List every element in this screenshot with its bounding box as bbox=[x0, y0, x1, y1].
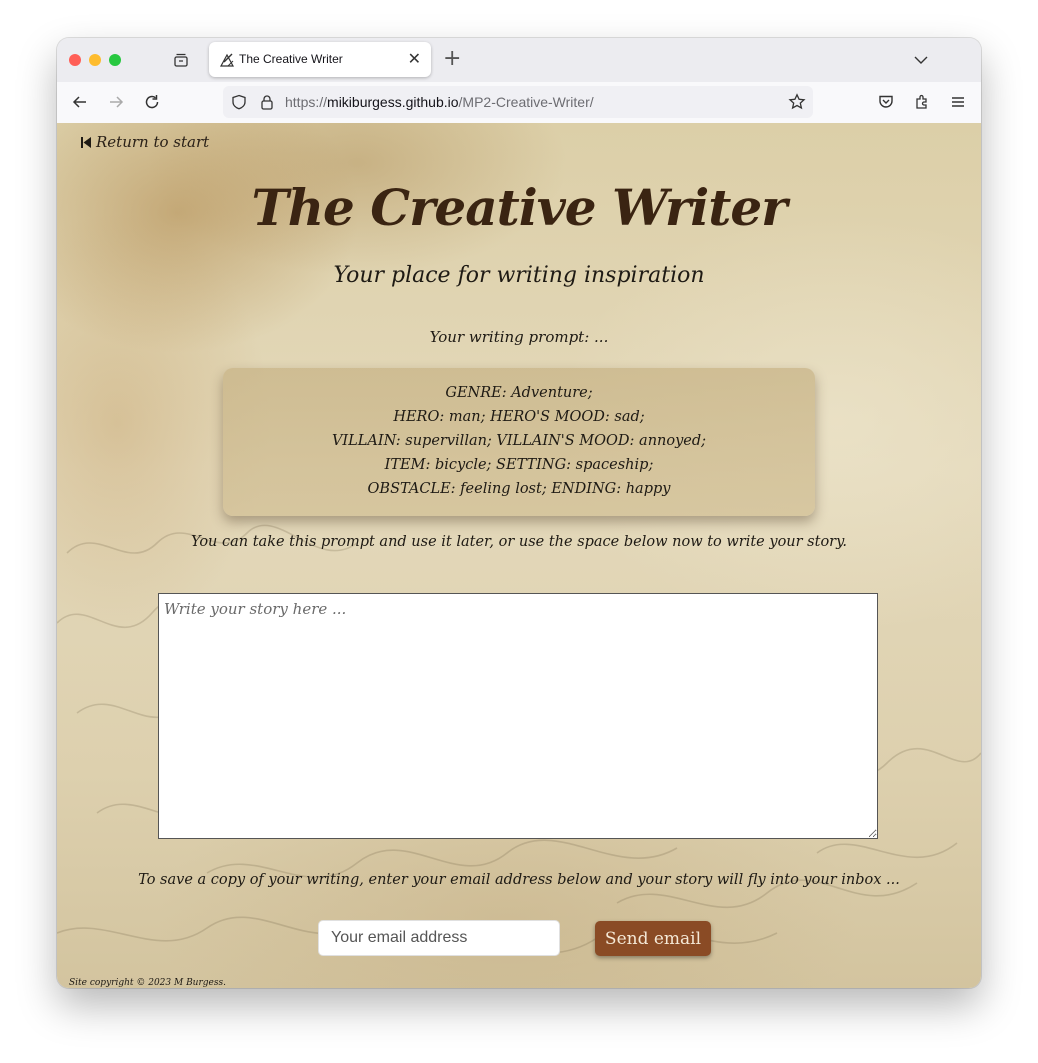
prompt-line-hero: HERO: man; HERO'S MOOD: sad; bbox=[393, 409, 645, 425]
pocket-icon[interactable] bbox=[877, 93, 895, 111]
url-path: /MP2-Creative-Writer/ bbox=[458, 94, 594, 110]
quill-favicon-icon bbox=[219, 53, 235, 67]
forward-arrow-icon[interactable] bbox=[107, 93, 125, 111]
url-text: https://mikiburgess.github.io/MP2-Creati… bbox=[285, 94, 594, 110]
extensions-puzzle-icon[interactable] bbox=[913, 93, 931, 111]
new-tab-button[interactable]: + bbox=[443, 48, 461, 70]
prompt-hint-text: You can take this prompt and use it late… bbox=[191, 534, 847, 550]
bookmark-star-icon[interactable] bbox=[788, 93, 806, 111]
send-email-button[interactable]: Send email bbox=[595, 921, 711, 956]
return-to-start-label: Return to start bbox=[96, 133, 210, 151]
email-input[interactable] bbox=[318, 920, 560, 956]
return-to-start-link[interactable]: Return to start bbox=[81, 133, 209, 151]
prompt-line-obstacle-ending: OBSTACLE: feeling lost; ENDING: happy bbox=[367, 481, 671, 497]
story-textarea[interactable] bbox=[158, 593, 878, 839]
prompt-lines: GENRE: Adventure; HERO: man; HERO'S MOOD… bbox=[223, 381, 815, 501]
close-window-button[interactable] bbox=[69, 54, 81, 66]
copyright-text: Site copyright © 2023 M Burgess. bbox=[69, 978, 226, 988]
url-host: mikiburgess.github.io bbox=[327, 94, 459, 110]
address-bar[interactable]: https://mikiburgess.github.io/MP2-Creati… bbox=[223, 86, 813, 118]
menu-hamburger-icon[interactable] bbox=[949, 93, 967, 111]
prompt-label: Your writing prompt: ... bbox=[429, 328, 609, 346]
tab-active[interactable]: The Creative Writer ✕ bbox=[209, 42, 431, 77]
page-title: The Creative Writer bbox=[251, 178, 788, 237]
prompt-line-genre: GENRE: Adventure; bbox=[445, 385, 593, 401]
minimize-window-button[interactable] bbox=[89, 54, 101, 66]
browser-window: The Creative Writer ✕ + https://mikiburg… bbox=[57, 38, 981, 988]
save-instructions: To save a copy of your writing, enter yo… bbox=[138, 872, 900, 888]
zoom-window-button[interactable] bbox=[109, 54, 121, 66]
page-content: Return to start The Creative Writer Your… bbox=[57, 123, 981, 988]
prompt-line-item-setting: ITEM: bicycle; SETTING: spaceship; bbox=[384, 457, 654, 473]
chevron-down-icon[interactable] bbox=[913, 52, 929, 68]
tab-overview-icon[interactable] bbox=[173, 52, 189, 68]
tab-strip: The Creative Writer ✕ + bbox=[57, 38, 981, 82]
lock-icon[interactable] bbox=[259, 94, 275, 110]
navigation-bar: https://mikiburgess.github.io/MP2-Creati… bbox=[57, 82, 981, 124]
prompt-line-villain: VILLAIN: supervillan; VILLAIN'S MOOD: an… bbox=[331, 433, 707, 449]
url-scheme: https:// bbox=[285, 94, 328, 110]
shield-icon[interactable] bbox=[231, 94, 247, 110]
page-subtitle: Your place for writing inspiration bbox=[333, 263, 705, 288]
back-arrow-icon[interactable] bbox=[71, 93, 89, 111]
reload-icon[interactable] bbox=[143, 93, 161, 111]
tab-title: The Creative Writer bbox=[239, 52, 343, 66]
skip-back-icon bbox=[81, 137, 91, 148]
writing-prompt-box: GENRE: Adventure; HERO: man; HERO'S MOOD… bbox=[223, 368, 815, 516]
close-tab-icon[interactable]: ✕ bbox=[408, 51, 421, 67]
